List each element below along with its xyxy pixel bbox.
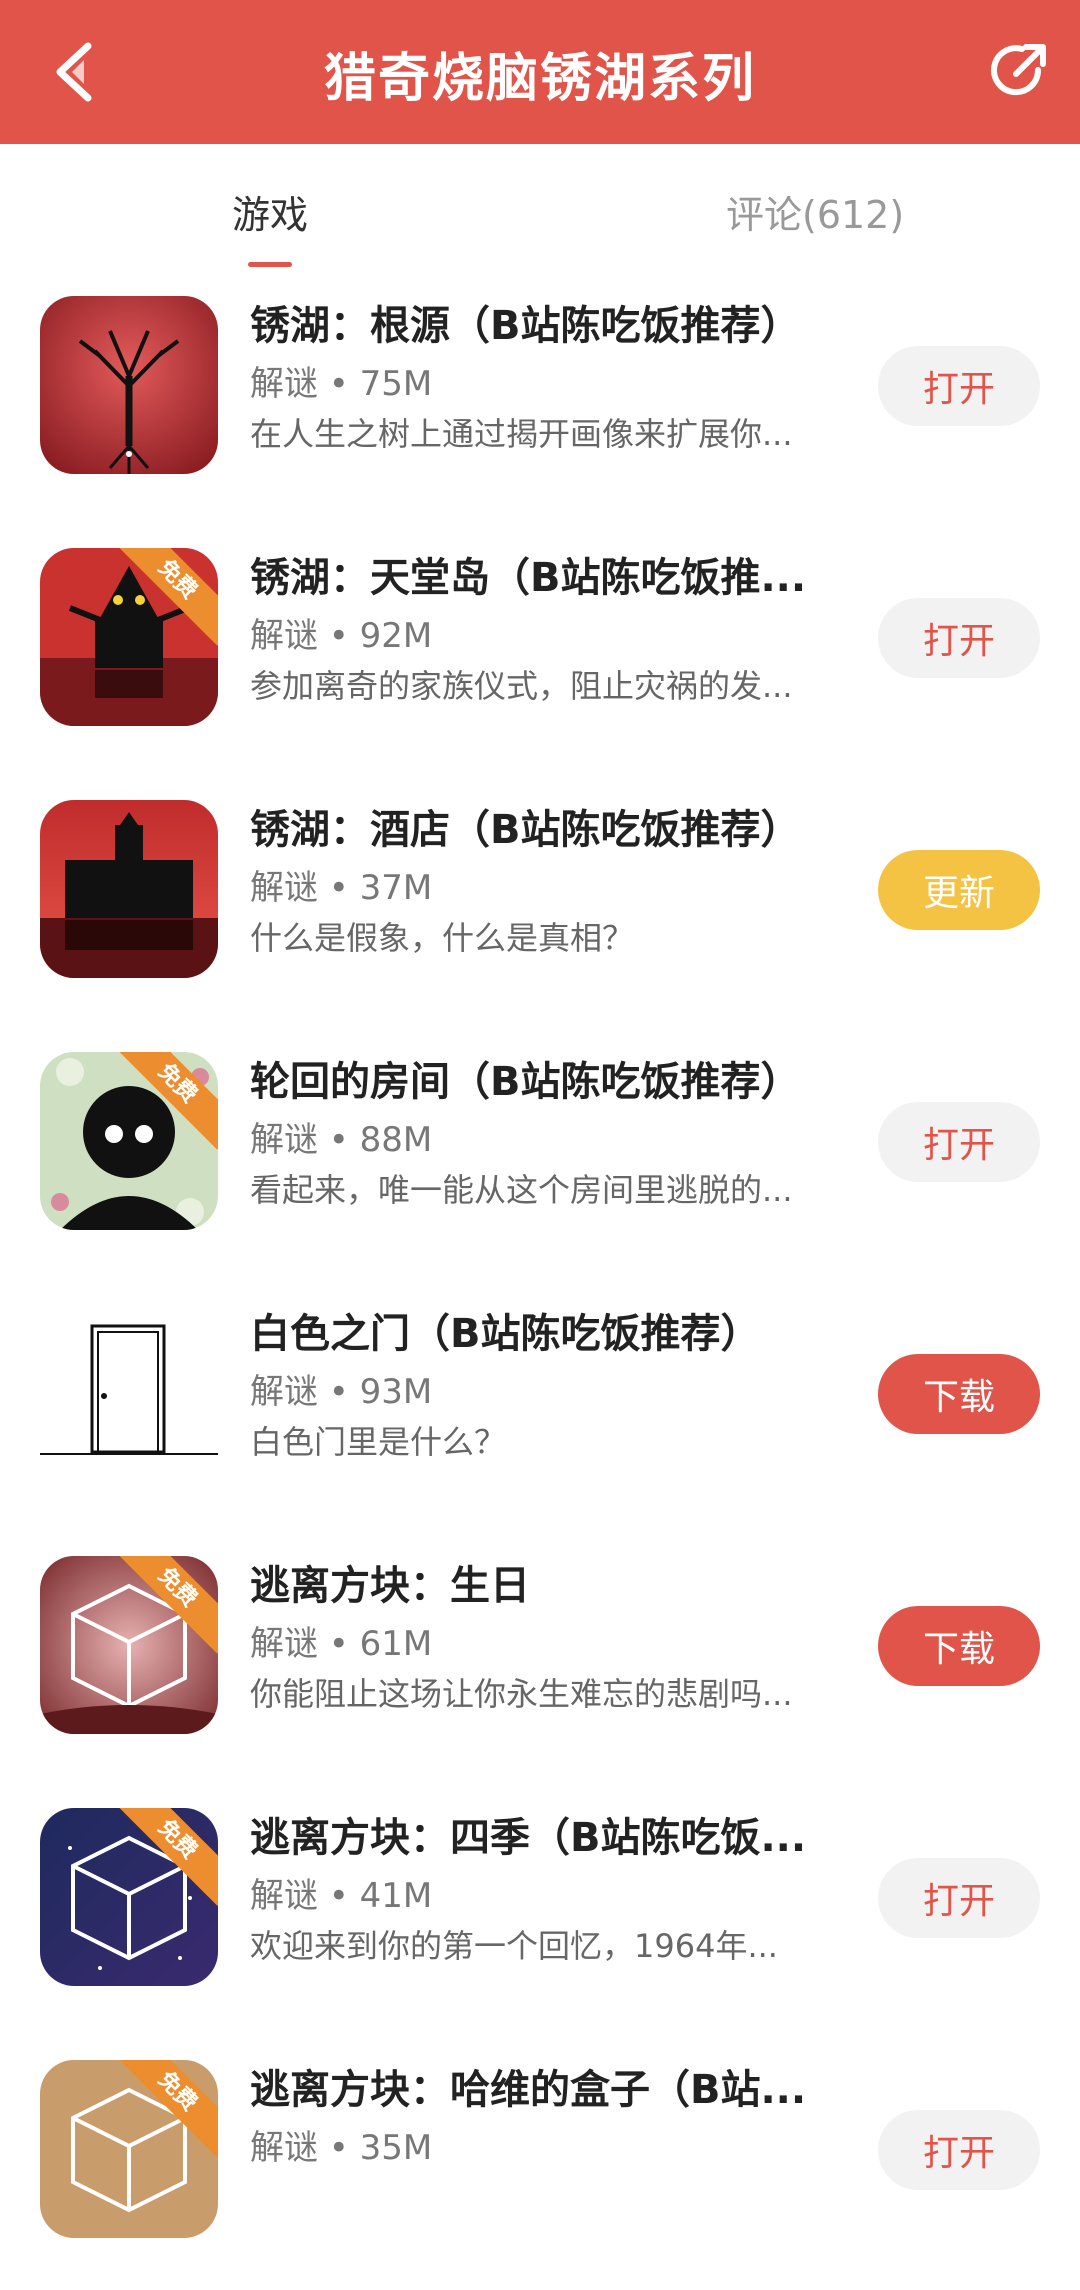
- list-item[interactable]: 免费 逃离方块：四季（B站陈吃饭... 解谜 • 41M 欢迎来到你的第一个回忆…: [0, 1786, 1080, 2038]
- list-item[interactable]: 免费 逃离方块：生日 解谜 • 61M 你能阻止这场让你永生难忘的悲剧吗... …: [0, 1534, 1080, 1786]
- game-title: 逃离方块：哈维的盒子（B站...: [250, 2067, 807, 2113]
- game-meta: 解谜 • 93M: [250, 1372, 433, 1412]
- download-button[interactable]: 下载: [878, 1606, 1040, 1686]
- open-button[interactable]: 打开: [878, 598, 1040, 678]
- open-button[interactable]: 打开: [878, 346, 1040, 426]
- open-button[interactable]: 打开: [878, 1102, 1040, 1182]
- list-item[interactable]: 白色之门（B站陈吃饭推荐） 解谜 • 93M 白色门里是什么？ 下载: [0, 1282, 1080, 1534]
- list-item[interactable]: 免费 锈湖：天堂岛（B站陈吃饭推... 解谜 • 92M 参加离奇的家族仪式，阻…: [0, 526, 1080, 778]
- game-meta: 解谜 • 75M: [250, 364, 433, 404]
- update-button[interactable]: 更新: [878, 850, 1040, 930]
- game-meta: 解谜 • 61M: [250, 1624, 433, 1664]
- share-icon: [991, 44, 1046, 96]
- page-title: 猎奇烧脑锈湖系列: [323, 49, 756, 109]
- game-title: 白色之门（B站陈吃饭推荐）: [250, 1311, 761, 1357]
- game-icon-root: [40, 296, 218, 474]
- game-title: 锈湖：酒店（B站陈吃饭推荐）: [250, 807, 801, 853]
- app-header: 猎奇烧脑锈湖系列: [0, 0, 1080, 144]
- game-meta: 解谜 • 88M: [250, 1120, 433, 1160]
- tab-indicator: [248, 262, 292, 267]
- game-meta: 解谜 • 92M: [250, 616, 433, 656]
- game-title: 逃离方块：生日: [250, 1563, 530, 1609]
- game-meta: 解谜 • 35M: [250, 2128, 433, 2168]
- game-description: 欢迎来到你的第一个回忆，1964年...: [250, 1927, 778, 1965]
- tab-comments[interactable]: 评论(612): [726, 184, 904, 239]
- game-description: 看起来，唯一能从这个房间里逃脱的...: [250, 1171, 793, 1209]
- list-item[interactable]: 锈湖：根源（B站陈吃饭推荐） 解谜 • 75M 在人生之树上通过揭开画像来扩展你…: [0, 274, 1080, 526]
- list-item[interactable]: 免费 逃离方块：哈维的盒子（B站... 解谜 • 35M 打开: [0, 2038, 1080, 2290]
- tab-games[interactable]: 游戏: [232, 184, 308, 239]
- list-item[interactable]: 锈湖：酒店（B站陈吃饭推荐） 解谜 • 37M 什么是假象，什么是真相？ 更新: [0, 778, 1080, 1030]
- game-description: 白色门里是什么？: [250, 1423, 507, 1461]
- game-meta: 解谜 • 41M: [250, 1876, 433, 1916]
- game-icon-samsara-room: 免费: [40, 1052, 218, 1230]
- game-meta: 解谜 • 37M: [250, 868, 433, 908]
- open-button[interactable]: 打开: [878, 1858, 1040, 1938]
- game-icon-cube-seasons: 免费: [40, 1808, 218, 1986]
- game-title: 轮回的房间（B站陈吃饭推荐）: [250, 1059, 801, 1105]
- game-icon-paradise: 免费: [40, 548, 218, 726]
- game-icon-white-door: [40, 1304, 218, 1482]
- game-icon-cube-birthday: 免费: [40, 1556, 218, 1734]
- game-description: 什么是假象，什么是真相？: [250, 919, 635, 957]
- game-description: 在人生之树上通过揭开画像来扩展你...: [250, 415, 793, 453]
- game-icon-cube-harvey-box: 免费: [40, 2060, 218, 2238]
- game-title: 锈湖：天堂岛（B站陈吃饭推...: [250, 555, 807, 601]
- share-button[interactable]: [988, 40, 1050, 102]
- game-list: 锈湖：根源（B站陈吃饭推荐） 解谜 • 75M 在人生之树上通过揭开画像来扩展你…: [0, 274, 1080, 2290]
- tab-bar: 游戏 评论(612): [0, 144, 1080, 274]
- game-title: 逃离方块：四季（B站陈吃饭...: [250, 1815, 807, 1861]
- open-button[interactable]: 打开: [878, 2110, 1040, 2190]
- game-title: 锈湖：根源（B站陈吃饭推荐）: [250, 303, 801, 349]
- list-item[interactable]: 免费 轮回的房间（B站陈吃饭推荐） 解谜 • 88M 看起来，唯一能从这个房间里…: [0, 1030, 1080, 1282]
- game-description: 你能阻止这场让你永生难忘的悲剧吗...: [250, 1675, 793, 1713]
- game-description: 参加离奇的家族仪式，阻止灾祸的发...: [250, 667, 793, 705]
- game-icon-hotel: [40, 800, 218, 978]
- download-button[interactable]: 下载: [878, 1354, 1040, 1434]
